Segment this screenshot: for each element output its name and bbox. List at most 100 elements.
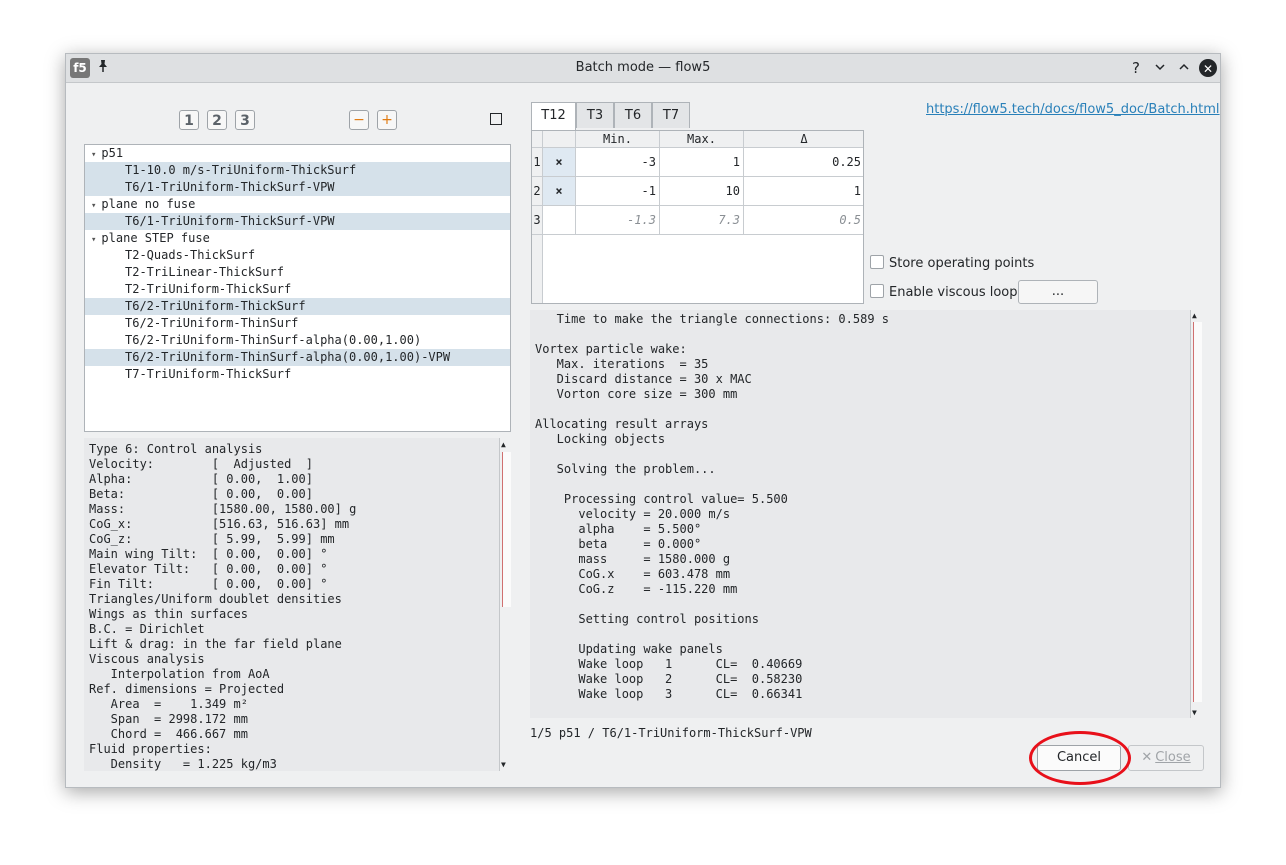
collapse-button[interactable]: − bbox=[349, 110, 369, 130]
property-line: CoG_z: [ 5.99, 5.99] mm bbox=[89, 532, 335, 546]
log-line: Setting control positions bbox=[535, 612, 759, 626]
output-log: Time to make the triangle connections: 0… bbox=[530, 310, 1203, 718]
row-number: 2 bbox=[532, 177, 543, 206]
analysis-tree[interactable]: ▾ p51 T1-10.0 m/s-TriUniform-ThickSurf T6/1… bbox=[84, 144, 511, 432]
property-line: Interpolation from AoA bbox=[89, 667, 270, 681]
min-cell[interactable]: -1.3 bbox=[576, 206, 660, 235]
maximize-icon[interactable] bbox=[1174, 58, 1194, 78]
range-table[interactable]: Min. Max. Δ 1 × -3 1 0.25 2 × -1 10 1 3 -1.3 7.3 0.5 bbox=[531, 130, 864, 304]
max-cell[interactable]: 7.3 bbox=[660, 206, 744, 235]
view-1-button[interactable]: 1 bbox=[179, 110, 199, 130]
tree-item[interactable]: T6/1-TriUniform-ThickSurf-VPW bbox=[85, 179, 510, 196]
view-3-button[interactable]: 3 bbox=[235, 110, 255, 130]
viscous-settings-button[interactable]: ... bbox=[1018, 280, 1098, 304]
close-icon: ✕ bbox=[1141, 750, 1153, 765]
tree-item[interactable]: T6/2-TriUniform-ThickSurf bbox=[85, 298, 510, 315]
tree-item[interactable]: T2-Quads-ThickSurf bbox=[85, 247, 510, 264]
min-cell[interactable]: -3 bbox=[576, 148, 660, 177]
scroll-down-icon[interactable]: ▼ bbox=[1192, 708, 1197, 717]
tree-group[interactable]: ▾ plane STEP fuse bbox=[85, 230, 510, 247]
store-operating-points-label: Store operating points bbox=[889, 256, 1035, 271]
title-bar: f5 Batch mode — flow5 ? ✕ bbox=[66, 54, 1220, 83]
property-line: Fluid properties: bbox=[89, 742, 212, 756]
close-button[interactable]: ✕ Close bbox=[1128, 745, 1204, 771]
log-line: Wake loop 2 CL= 0.58230 bbox=[535, 672, 803, 686]
batch-mode-dialog: f5 Batch mode — flow5 ? ✕ 1 2 3 − + ▾ p51… bbox=[65, 53, 1221, 788]
tree-label: T7-TriUniform-ThickSurf bbox=[125, 367, 292, 381]
tab-t7[interactable]: T7 bbox=[652, 102, 690, 128]
tree-item[interactable]: T2-TriLinear-ThickSurf bbox=[85, 264, 510, 281]
tree-item[interactable]: T6/2-TriUniform-ThinSurf-alpha(0.00,1.00… bbox=[85, 332, 510, 349]
help-icon[interactable]: ? bbox=[1126, 58, 1146, 78]
log-line: Solving the problem... bbox=[535, 462, 716, 476]
tree-label: T2-TriUniform-ThickSurf bbox=[125, 282, 292, 296]
tree-label: T2-Quads-ThickSurf bbox=[125, 248, 256, 262]
checkbox-icon[interactable] bbox=[870, 284, 884, 298]
store-operating-points-checkbox[interactable]: Store operating points bbox=[870, 255, 1034, 273]
max-cell[interactable]: 1 bbox=[660, 148, 744, 177]
window-title: Batch mode — flow5 bbox=[575, 60, 711, 75]
property-line: Area = 1.349 m² bbox=[89, 697, 248, 711]
expand-arrow-icon[interactable]: ▾ bbox=[91, 235, 96, 245]
tree-item[interactable]: T6/1-TriUniform-ThickSurf-VPW bbox=[85, 213, 510, 230]
property-line: Beta: [ 0.00, 0.00] bbox=[89, 487, 313, 501]
property-line: Density = 1.225 kg/m3 bbox=[89, 757, 277, 771]
tab-t12[interactable]: T12 bbox=[531, 102, 576, 130]
delta-cell[interactable]: 0.5 bbox=[744, 206, 863, 235]
scroll-up-icon[interactable]: ▲ bbox=[501, 440, 506, 449]
tree-item[interactable]: T1-10.0 m/s-TriUniform-ThickSurf bbox=[85, 162, 510, 179]
delta-cell[interactable]: 0.25 bbox=[744, 148, 863, 177]
log-line: Time to make the triangle connections: 0… bbox=[535, 312, 890, 326]
min-cell[interactable]: -1 bbox=[576, 177, 660, 206]
log-scrollbar[interactable]: ▲ ▼ bbox=[1190, 310, 1203, 718]
properties-scrollbar[interactable]: ▲ ▼ bbox=[499, 438, 512, 771]
property-line: Main wing Tilt: [ 0.00, 0.00] ° bbox=[89, 547, 328, 561]
minimize-icon[interactable] bbox=[1150, 58, 1170, 78]
property-line: Fin Tilt: [ 0.00, 0.00] ° bbox=[89, 577, 328, 591]
tab-t6[interactable]: T6 bbox=[614, 102, 652, 128]
tree-group[interactable]: ▾ p51 bbox=[85, 145, 510, 162]
row-active-checkbox[interactable] bbox=[543, 206, 576, 235]
max-cell[interactable]: 10 bbox=[660, 177, 744, 206]
row-active-checkbox[interactable]: × bbox=[543, 177, 576, 206]
row-active-checkbox[interactable]: × bbox=[543, 148, 576, 177]
corner-cell bbox=[532, 131, 543, 148]
tab-t3[interactable]: T3 bbox=[576, 102, 614, 128]
scroll-up-icon[interactable]: ▲ bbox=[1192, 311, 1197, 320]
delta-cell[interactable]: 1 bbox=[744, 177, 863, 206]
expand-button[interactable]: + bbox=[377, 110, 397, 130]
expand-arrow-icon[interactable]: ▾ bbox=[91, 201, 96, 211]
scroll-down-icon[interactable]: ▼ bbox=[501, 760, 506, 769]
expand-arrow-icon[interactable]: ▾ bbox=[91, 150, 96, 160]
property-line: Mass: [1580.00, 1580.00] g bbox=[89, 502, 357, 516]
tree-label: T6/2-TriUniform-ThickSurf bbox=[125, 299, 306, 313]
property-line: Lift & drag: in the far field plane bbox=[89, 637, 342, 651]
close-window-icon[interactable]: ✕ bbox=[1199, 59, 1217, 77]
cancel-highlight-annotation bbox=[1029, 731, 1131, 785]
tree-item[interactable]: T6/2-TriUniform-ThinSurf-alpha(0.00,1.00… bbox=[85, 349, 510, 366]
log-line: CoG.z = -115.220 mm bbox=[535, 582, 738, 596]
log-line: mass = 1580.000 g bbox=[535, 552, 731, 566]
scrollbar-handle[interactable] bbox=[502, 452, 511, 607]
tree-label: plane STEP fuse bbox=[101, 231, 210, 245]
tree-group[interactable]: ▾ plane no fuse bbox=[85, 196, 510, 213]
view-2-button[interactable]: 2 bbox=[207, 110, 227, 130]
log-line: CoG.x = 603.478 mm bbox=[535, 567, 731, 581]
batch-docs-link[interactable]: https://flow5.tech/docs/flow5_doc/Batch.… bbox=[926, 102, 1220, 117]
log-line: Vorton core size = 300 mm bbox=[535, 387, 738, 401]
row-header-filler bbox=[532, 235, 543, 303]
maximize-panel-icon[interactable] bbox=[490, 113, 502, 125]
tree-item[interactable]: T6/2-TriUniform-ThinSurf bbox=[85, 315, 510, 332]
property-line: CoG_x: [516.63, 516.63] mm bbox=[89, 517, 350, 531]
tree-item[interactable]: T7-TriUniform-ThickSurf bbox=[85, 366, 510, 383]
checkbox-icon[interactable] bbox=[870, 255, 884, 269]
log-line: alpha = 5.500° bbox=[535, 522, 702, 536]
tree-item[interactable]: T2-TriUniform-ThickSurf bbox=[85, 281, 510, 298]
tree-label: T6/2-TriUniform-ThinSurf-alpha(0.00,1.00… bbox=[125, 350, 451, 364]
scrollbar-handle[interactable] bbox=[1193, 322, 1202, 702]
enable-viscous-loop-checkbox[interactable]: Enable viscous loop bbox=[870, 284, 1018, 302]
